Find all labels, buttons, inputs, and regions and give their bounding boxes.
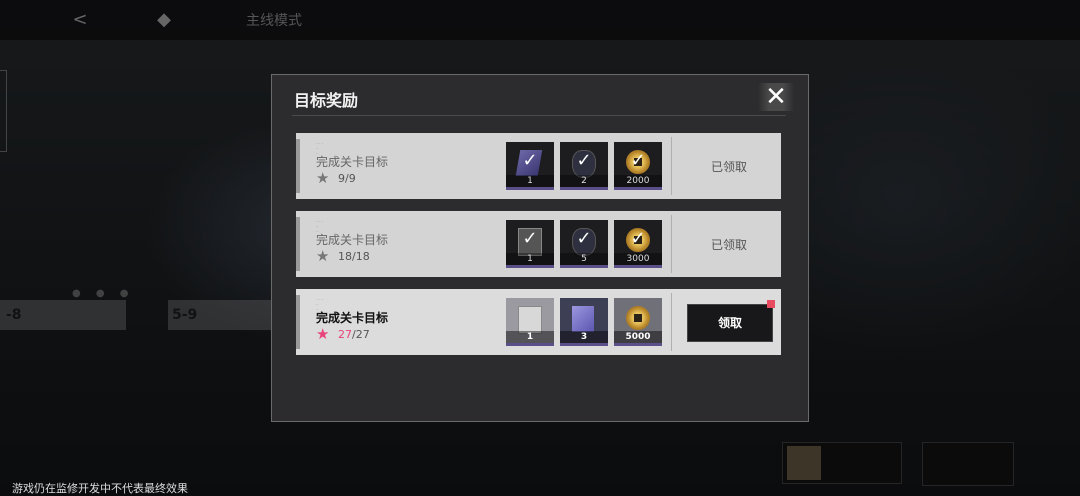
- star-icon: ★: [316, 169, 330, 187]
- item-qty: 5: [560, 253, 608, 265]
- progress-total: /27: [352, 328, 370, 341]
- item-qty: 2: [560, 175, 608, 187]
- reward-row-3: ··· ·· ·· ·· 完成关卡目标 ★ 27/27 1 3 5000 领取: [296, 289, 781, 355]
- item-qty: 1: [506, 331, 554, 343]
- reward-item[interactable]: ✓ 1: [506, 142, 554, 190]
- tag-icon: [518, 306, 542, 334]
- reward-item[interactable]: ✓ 3000: [614, 220, 662, 268]
- side-tab[interactable]: [0, 70, 7, 152]
- notification-dot: [767, 300, 775, 308]
- share-icon[interactable]: <: [68, 8, 92, 32]
- item-qty: 1: [506, 175, 554, 187]
- item-qty: 5000: [614, 331, 662, 343]
- title-divider: [292, 115, 786, 116]
- reward-row-1: ··· ·· ·· ·· 完成关卡目标 ★ 9/9 ✓ 1 ✓ 2 ✓ 2000 已…: [296, 133, 781, 199]
- item-qty: 3: [560, 331, 608, 343]
- reward-row-2: ··· ·· ·· ·· 完成关卡目标 ★ 18/18 ✓ 1 ✓ 5 ✓ 3000…: [296, 211, 781, 277]
- claimed-status: 已领取: [710, 160, 747, 174]
- row-divider: [671, 215, 672, 273]
- mode-title: 主线模式: [246, 13, 302, 29]
- reward-item[interactable]: ✓ 1: [506, 220, 554, 268]
- row-title: 完成关卡目标: [316, 155, 389, 169]
- claimed-status: 已领取: [710, 238, 747, 252]
- reward-item[interactable]: ✓ 2000: [614, 142, 662, 190]
- star-icon: ★: [316, 247, 330, 265]
- row-progress: 27/27: [338, 328, 370, 341]
- close-icon[interactable]: ✕: [758, 83, 794, 111]
- row-progress: 18/18: [338, 250, 370, 263]
- reward-item[interactable]: 1: [506, 298, 554, 346]
- item-qty: 1: [506, 253, 554, 265]
- row-marker: [296, 217, 300, 271]
- coin-icon: [626, 306, 650, 330]
- card-icon: [572, 306, 594, 332]
- dialog-title: 目标奖励: [294, 91, 359, 110]
- claim-button[interactable]: 领取: [688, 305, 772, 341]
- reward-item[interactable]: ✓ 5: [560, 220, 608, 268]
- reward-item[interactable]: 3: [560, 298, 608, 346]
- star-icon: ★: [316, 325, 330, 343]
- dev-disclaimer: 游戏仍在监修开发中不代表最终效果: [12, 482, 188, 495]
- reward-item[interactable]: 5000: [614, 298, 662, 346]
- row-progress: 9/9: [338, 172, 356, 185]
- row-marker: [296, 295, 300, 349]
- target-reward-dialog: 目标奖励 ✕ ··· ·· ·· ·· 完成关卡目标 ★ 9/9 ✓ 1 ✓ 2 ✓…: [271, 74, 809, 422]
- row-divider: [671, 293, 672, 351]
- item-qty: 2000: [614, 175, 662, 187]
- item-qty: 3000: [614, 253, 662, 265]
- home-icon[interactable]: ◆: [152, 8, 176, 32]
- top-bar: < ◆ 主线模式: [0, 0, 1080, 40]
- row-divider: [671, 137, 672, 195]
- row-title: 完成关卡目标: [316, 233, 389, 247]
- row-marker: [296, 139, 300, 193]
- progress-current: 27: [338, 328, 352, 341]
- reward-item[interactable]: ✓ 2: [560, 142, 608, 190]
- row-title: 完成关卡目标: [316, 311, 389, 325]
